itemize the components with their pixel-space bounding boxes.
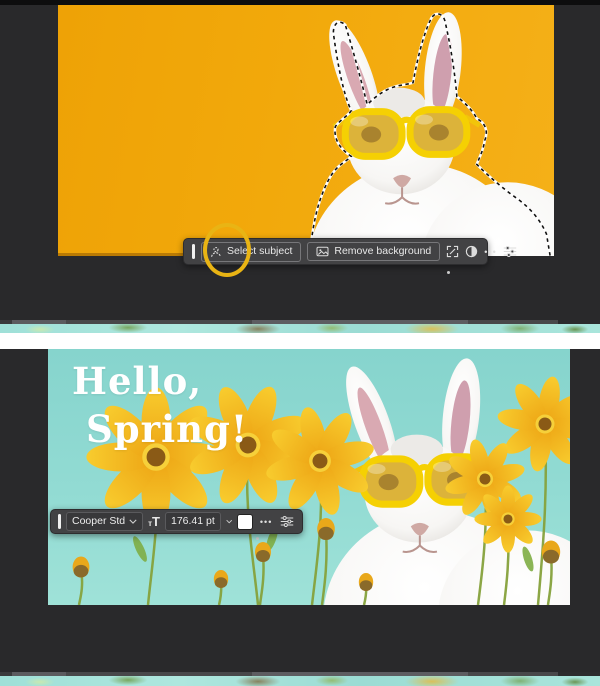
sliders-settings-icon (280, 515, 294, 528)
taskbar-drag-handle[interactable] (192, 244, 195, 259)
sliders-settings-icon (503, 245, 517, 258)
more-options-button[interactable]: ••• (484, 242, 496, 262)
select-subject-person-icon (210, 246, 222, 258)
contextual-taskbar-text: Cooper Std тT 176.41 pt ••• (50, 509, 303, 534)
photoshop-frame-select-subject: Select subject Remove background (0, 5, 600, 320)
contextual-taskbar-selection: Select subject Remove background (183, 238, 488, 265)
font-size-value: 176.41 pt (171, 516, 215, 527)
headline-text-layer[interactable]: Hello, Spring! (72, 357, 248, 453)
next-frame-sliver (0, 676, 600, 686)
canvas-rabbit-orange[interactable] (58, 5, 554, 256)
transform-expand-icon (446, 245, 459, 258)
taskbar-settings-button[interactable] (503, 242, 517, 262)
text-color-swatch[interactable] (237, 514, 253, 530)
contrast-half-circle-icon (465, 245, 478, 258)
headline-line2: Spring! (72, 405, 248, 453)
font-size-icon: тT (148, 515, 160, 528)
adjustments-button[interactable] (465, 242, 478, 262)
font-family-select[interactable]: Cooper Std (66, 512, 143, 531)
font-size-select[interactable]: 176.41 pt (165, 512, 221, 531)
remove-background-button[interactable]: Remove background (307, 242, 440, 261)
tutorial-composite: Select subject Remove background (0, 0, 600, 686)
font-family-value: Cooper Std (72, 516, 125, 527)
chevron-down-icon (129, 519, 137, 524)
chevron-down-icon[interactable] (226, 519, 232, 524)
ellipsis-icon: ••• (260, 517, 272, 527)
select-subject-button[interactable]: Select subject (201, 242, 301, 262)
remove-background-image-icon (316, 246, 329, 257)
select-subject-label: Select subject (227, 246, 292, 257)
transform-button[interactable] (446, 242, 459, 262)
ellipsis-icon: ••• (484, 247, 496, 257)
taskbar-settings-button[interactable] (279, 512, 295, 532)
more-options-button[interactable]: ••• (258, 512, 274, 532)
headline-line1: Hello, (72, 357, 248, 405)
rabbit-photo (292, 7, 554, 256)
taskbar-drag-handle[interactable] (58, 514, 61, 529)
canvas-spring-composite[interactable]: Hello, Spring! Cooper Std тT 176.41 pt (48, 349, 570, 605)
next-frame-sliver (0, 324, 600, 333)
frame-divider (0, 333, 600, 349)
photoshop-frame-spring-text: Hello, Spring! Cooper Std тT 176.41 pt (0, 349, 600, 672)
remove-background-label: Remove background (334, 246, 431, 257)
taskbar-hint-dot (447, 271, 450, 274)
